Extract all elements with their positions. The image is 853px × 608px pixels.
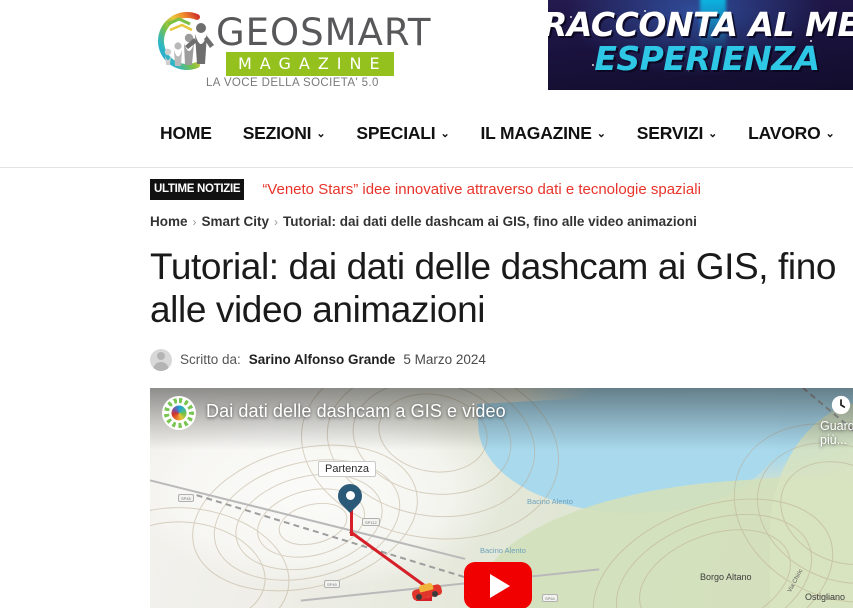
road-shield: SP112 bbox=[362, 518, 380, 526]
watch-later-button[interactable]: Guarda più... bbox=[820, 394, 853, 447]
article-header: Home › Smart City › Tutorial: dai dati d… bbox=[150, 214, 853, 371]
nav-item-sezioni[interactable]: SEZIONI ⌄ bbox=[243, 123, 326, 144]
breaking-news-badge: ULTIME NOTIZIE bbox=[150, 179, 245, 200]
breadcrumb: Home › Smart City › Tutorial: dai dati d… bbox=[150, 214, 853, 229]
article-byline: Scritto da: Sarino Alfonso Grande 5 Marz… bbox=[150, 348, 853, 371]
geosmart-circle-runners-logo-icon bbox=[158, 12, 214, 70]
site-logo[interactable]: GEOSMART MAGAZINE LA VOCE DELLA SOCIETA'… bbox=[148, 6, 431, 89]
map-label-ostigliano: Ostigliano bbox=[805, 592, 846, 602]
map-label-bacino-alento-2: Bacino Alento bbox=[480, 546, 526, 555]
main-navigation: HOME SEZIONI ⌄ SPECIALI ⌄ IL MAGAZINE ⌄ … bbox=[0, 100, 853, 168]
page-root: GEOSMART MAGAZINE LA VOCE DELLA SOCIETA'… bbox=[0, 0, 853, 608]
road-shield: SP64 bbox=[542, 594, 558, 602]
nav-label: LAVORO bbox=[748, 123, 821, 143]
banner-ad[interactable]: RACCONTA AL MEGLIO ESPERIENZA bbox=[548, 0, 853, 90]
breadcrumb-separator: › bbox=[192, 214, 197, 229]
nav-item-speciali[interactable]: SPECIALI ⌄ bbox=[356, 123, 449, 144]
chevron-down-icon: ⌄ bbox=[316, 128, 326, 140]
breaking-news-bar: ULTIME NOTIZIE “Veneto Stars” idee innov… bbox=[0, 169, 853, 210]
car-icon bbox=[411, 582, 443, 602]
nav-item-il-magazine[interactable]: IL MAGAZINE ⌄ bbox=[480, 123, 605, 144]
avatar bbox=[150, 348, 172, 371]
breadcrumb-current: Tutorial: dai dati delle dashcam ai GIS,… bbox=[283, 214, 697, 229]
channel-logo-icon[interactable] bbox=[162, 396, 196, 430]
banner-headline-1: RACCONTA AL MEGLIO bbox=[548, 5, 853, 44]
nav-label: SEZIONI bbox=[242, 123, 312, 143]
chevron-down-icon: ⌄ bbox=[440, 128, 450, 140]
breadcrumb-category[interactable]: Smart City bbox=[202, 214, 270, 229]
brand-tagline: LA VOCE DELLA SOCIETA' 5.0 bbox=[206, 77, 379, 89]
road-shield: SP49 bbox=[324, 580, 340, 588]
video-top-bar: Dai dati delle dashcam a GIS e video Gua… bbox=[150, 388, 853, 450]
chevron-down-icon: ⌄ bbox=[825, 128, 835, 140]
chevron-down-icon: ⌄ bbox=[708, 128, 718, 140]
article-date: 5 Marzo 2024 bbox=[403, 352, 486, 368]
watch-later-label: Guarda più... bbox=[820, 419, 853, 447]
map-pin-label: Partenza bbox=[318, 461, 377, 477]
brand-wordmark: GEOSMART bbox=[216, 11, 432, 54]
banner-headline-2: ESPERIENZA bbox=[594, 39, 820, 78]
brand-magazine-label: MAGAZINE bbox=[226, 52, 394, 76]
page-title: Tutorial: dai dati delle dashcam ai GIS,… bbox=[150, 246, 837, 331]
nav-label: HOME bbox=[160, 123, 212, 143]
clock-icon bbox=[831, 395, 851, 415]
nav-label: SERVIZI bbox=[636, 123, 704, 143]
site-header: GEOSMART MAGAZINE LA VOCE DELLA SOCIETA'… bbox=[0, 0, 853, 100]
map-label-bacino-alento-1: Bacino Alento bbox=[527, 497, 573, 506]
article-author[interactable]: Sarino Alfonso Grande bbox=[249, 352, 396, 367]
road-shield: SP45 bbox=[178, 494, 194, 502]
nav-item-home[interactable]: HOME bbox=[160, 123, 212, 144]
breadcrumb-home[interactable]: Home bbox=[150, 214, 188, 229]
nav-item-lavoro[interactable]: LAVORO ⌄ bbox=[748, 123, 835, 144]
chevron-down-icon: ⌄ bbox=[596, 128, 606, 140]
map-pin-icon: Partenza bbox=[318, 461, 377, 517]
nav-label: IL MAGAZINE bbox=[480, 123, 592, 143]
map-label-borgo-altano: Borgo Altano bbox=[700, 572, 752, 582]
youtube-play-icon[interactable] bbox=[464, 562, 532, 608]
written-by-label: Scritto da: bbox=[180, 352, 241, 368]
video-title[interactable]: Dai dati delle dashcam a GIS e video bbox=[206, 401, 506, 422]
nav-item-servizi[interactable]: SERVIZI ⌄ bbox=[636, 123, 718, 144]
video-player[interactable]: SP45 SP112 SP49 SP64 Bacino Alento Bacin… bbox=[150, 388, 853, 608]
nav-label: SPECIALI bbox=[356, 123, 436, 143]
breaking-news-headline[interactable]: “Veneto Stars” idee innovative attravers… bbox=[262, 181, 701, 198]
breadcrumb-separator: › bbox=[274, 214, 279, 229]
